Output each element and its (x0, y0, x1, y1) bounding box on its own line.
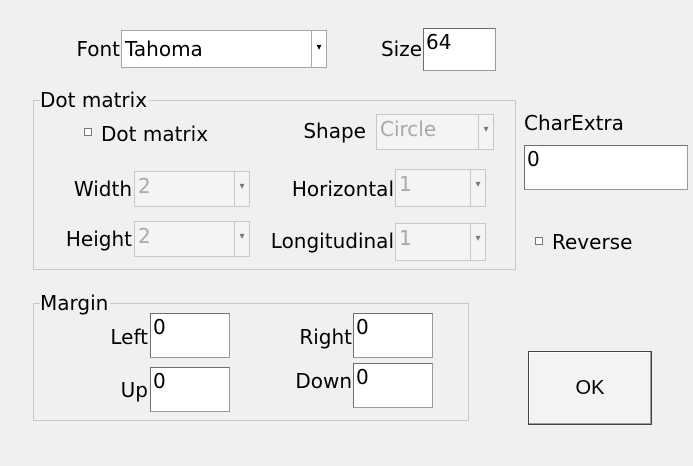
margin-right-input[interactable]: 0 (353, 313, 433, 358)
width-select[interactable]: 2 ▾ (134, 171, 250, 207)
chevron-down-icon[interactable]: ▾ (470, 224, 485, 260)
font-select[interactable]: Tahoma ▾ (121, 30, 327, 68)
chevron-down-icon[interactable]: ▾ (234, 172, 249, 206)
chevron-down-icon[interactable]: ▾ (234, 222, 249, 256)
reverse-checkbox-label: Reverse (552, 230, 633, 254)
height-select-value: 2 (138, 224, 151, 248)
shape-select-value: Circle (380, 117, 437, 141)
ok-button[interactable]: OK (528, 351, 652, 425)
margin-down-input[interactable]: 0 (353, 363, 433, 408)
margin-up-input[interactable]: 0 (150, 367, 230, 412)
font-select-value: Tahoma (125, 37, 203, 61)
shape-select[interactable]: Circle ▾ (376, 114, 494, 150)
dot-matrix-checkbox-label: Dot matrix (101, 122, 209, 146)
height-select[interactable]: 2 ▾ (134, 221, 250, 257)
chevron-down-icon[interactable]: ▾ (478, 115, 493, 149)
margin-left-input[interactable]: 0 (150, 313, 230, 358)
width-select-value: 2 (138, 174, 151, 198)
reverse-checkbox[interactable] (535, 237, 543, 245)
dot-matrix-group-label: Dot matrix (40, 88, 150, 112)
longitudinal-select-value: 1 (399, 226, 412, 250)
size-label: Size (380, 37, 422, 61)
margin-left-label: Left (110, 325, 148, 349)
margin-right-label: Right (299, 325, 352, 349)
font-label: Font (76, 37, 120, 61)
height-label: Height (65, 227, 132, 251)
longitudinal-label: Longitudinal (270, 229, 394, 253)
horizontal-select-value: 1 (399, 172, 412, 196)
longitudinal-select[interactable]: 1 ▾ (395, 223, 486, 261)
horizontal-label: Horizontal (291, 177, 394, 201)
chevron-down-icon[interactable]: ▾ (470, 170, 485, 206)
shape-label: Shape (303, 119, 366, 143)
size-input[interactable]: 64 (423, 28, 496, 71)
margin-down-label: Down (295, 369, 352, 393)
horizontal-select[interactable]: 1 ▾ (395, 169, 486, 207)
margin-up-label: Up (120, 378, 148, 402)
char-extra-label: CharExtra (524, 111, 624, 135)
dot-matrix-checkbox[interactable] (84, 128, 92, 136)
chevron-down-icon[interactable]: ▾ (311, 31, 326, 67)
char-extra-input[interactable]: 0 (524, 145, 688, 190)
margin-group-label: Margin (40, 291, 111, 315)
width-label: Width (73, 177, 132, 201)
